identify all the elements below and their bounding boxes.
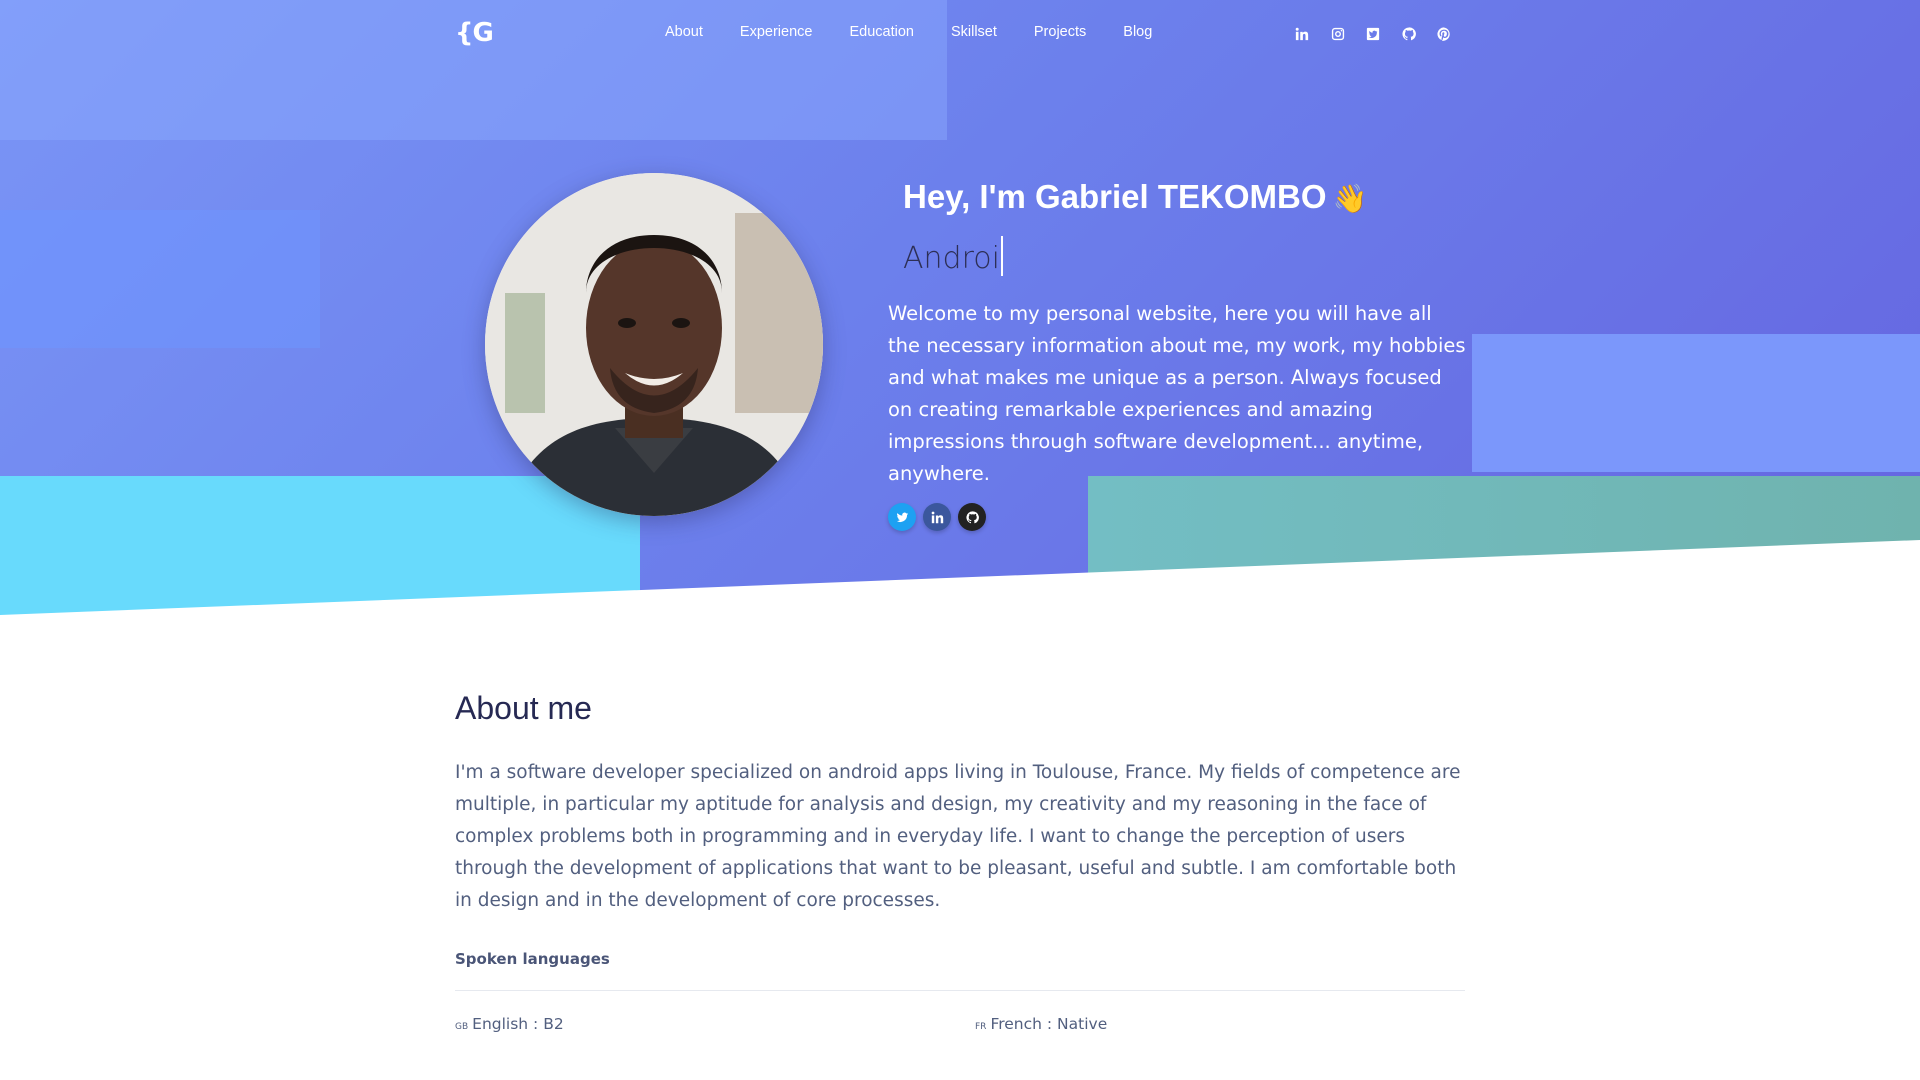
language-french-text: French : Native	[990, 1015, 1108, 1033]
nav-link-blog[interactable]: Blog	[1123, 24, 1152, 40]
github-icon[interactable]	[1399, 24, 1419, 44]
about-paragraph: I'm a software developer specialized on …	[455, 762, 1461, 911]
language-english-text: English : B2	[472, 1015, 564, 1033]
hero-description: Welcome to my personal website, here you…	[888, 302, 1466, 485]
twitter-icon[interactable]	[1363, 24, 1383, 44]
github-icon[interactable]	[958, 503, 986, 531]
decorative-block-right	[1472, 334, 1920, 472]
languages-divider	[455, 990, 1465, 991]
nav-link-skillset[interactable]: Skillset	[951, 24, 997, 40]
linkedin-icon[interactable]	[923, 503, 951, 531]
fr-flag-icon: FR	[975, 1022, 987, 1032]
hero-title-text: Hey, I'm Gabriel TEKOMBO	[903, 178, 1327, 215]
about-heading: About me	[455, 690, 592, 726]
text-cursor	[1000, 236, 1003, 276]
nav-link-education[interactable]: Education	[849, 24, 914, 40]
typed-role-value: Androi	[903, 241, 1000, 276]
pinterest-icon[interactable]	[1434, 24, 1454, 44]
gb-flag-icon: GB	[455, 1022, 469, 1032]
hero-title: Hey, I'm Gabriel TEKOMBO 👋	[903, 178, 1367, 216]
site-logo[interactable]: {G	[455, 18, 494, 48]
nav-link-experience[interactable]: Experience	[740, 24, 813, 40]
nav-social-links	[1292, 24, 1470, 44]
language-english: GB English : B2	[455, 1015, 564, 1033]
instagram-icon[interactable]	[1328, 24, 1348, 44]
language-french: FR French : Native	[975, 1015, 1107, 1033]
hero-social-links	[888, 503, 993, 531]
waving-hand-icon: 👋	[1332, 183, 1368, 214]
typed-role-text: Androi	[903, 236, 1003, 276]
decorative-block-left	[0, 210, 320, 348]
nav-links: About Experience Education Skillset Proj…	[665, 24, 1189, 40]
profile-photo	[485, 173, 823, 516]
nav-link-about[interactable]: About	[665, 24, 703, 40]
spoken-languages-heading: Spoken languages	[455, 950, 610, 968]
nav-link-projects[interactable]: Projects	[1034, 24, 1086, 40]
twitter-icon[interactable]	[888, 503, 916, 531]
top-navigation: {G About Experience Education Skillset P…	[0, 0, 1920, 68]
linkedin-icon[interactable]	[1292, 24, 1312, 44]
